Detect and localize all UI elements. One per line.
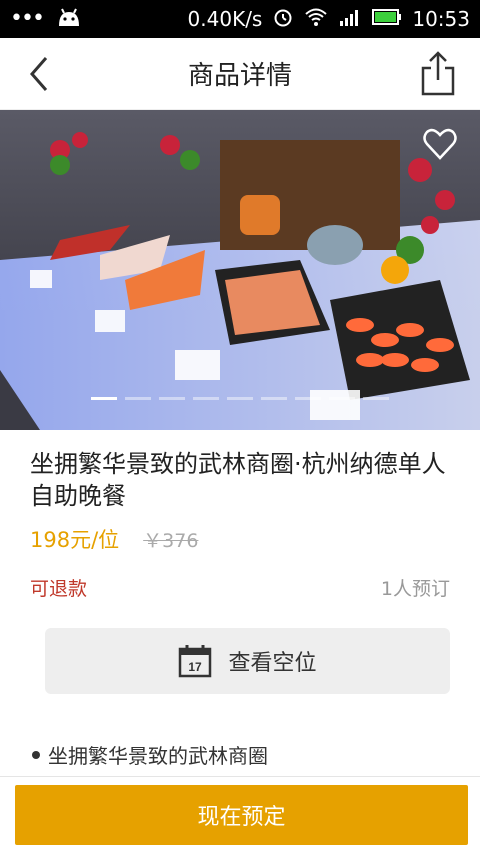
clock-time: 10:53 bbox=[412, 7, 470, 31]
android-icon bbox=[55, 6, 83, 32]
reserve-button[interactable]: 现在预定 bbox=[15, 785, 468, 845]
page-title: 商品详情 bbox=[187, 61, 292, 91]
signal-icon bbox=[338, 7, 362, 32]
carousel-dot[interactable] bbox=[193, 397, 219, 400]
refund-label: 可退款 bbox=[30, 578, 88, 600]
carousel-dot[interactable] bbox=[91, 397, 117, 400]
chevron-left-icon bbox=[30, 57, 48, 91]
back-button[interactable] bbox=[22, 54, 58, 94]
product-image-carousel[interactable] bbox=[0, 110, 480, 430]
highlight-text: 坐拥繁华景致的武林商圈 bbox=[48, 744, 268, 768]
price-row: 198元/位 ￥376 bbox=[0, 512, 480, 554]
buffet-photo bbox=[0, 110, 480, 430]
carousel-dot[interactable] bbox=[227, 397, 253, 400]
carousel-indicator bbox=[0, 397, 480, 400]
share-icon bbox=[421, 51, 455, 96]
network-speed: 0.40K/s bbox=[187, 7, 263, 31]
battery-icon bbox=[372, 7, 402, 31]
highlight-item: 坐拥繁华景致的武林商圈 bbox=[32, 740, 268, 769]
heart-icon bbox=[423, 128, 457, 160]
status-bar: ••• 0.40K/s 10:53 bbox=[0, 0, 480, 38]
booked-count: 1人预订 bbox=[380, 578, 450, 600]
app-header: 商品详情 bbox=[0, 38, 480, 110]
carousel-dot[interactable] bbox=[261, 397, 287, 400]
carousel-dot[interactable] bbox=[363, 397, 389, 400]
meta-row: 可退款 1人预订 bbox=[0, 554, 480, 601]
carousel-dot[interactable] bbox=[295, 397, 321, 400]
wifi-icon bbox=[304, 7, 328, 32]
calendar-day: 17 bbox=[189, 660, 203, 674]
carousel-dot[interactable] bbox=[159, 397, 185, 400]
more-dots-icon: ••• bbox=[10, 6, 45, 31]
check-availability-button[interactable]: 17 查看空位 bbox=[45, 628, 450, 694]
carousel-dot[interactable] bbox=[125, 397, 151, 400]
alarm-icon bbox=[272, 6, 294, 33]
check-availability-label: 查看空位 bbox=[228, 651, 317, 676]
original-price: ￥376 bbox=[143, 530, 199, 552]
bullet-icon bbox=[32, 750, 40, 759]
product-info: 坐拥繁华景致的武林商圈·杭州纳德单人自助晚餐 198元/位 ￥376 可退款 1… bbox=[0, 430, 480, 768]
share-button[interactable] bbox=[418, 50, 458, 98]
favorite-button[interactable] bbox=[422, 126, 458, 162]
product-title: 坐拥繁华景致的武林商圈·杭州纳德单人自助晚餐 bbox=[30, 450, 446, 510]
carousel-dot[interactable] bbox=[329, 397, 355, 400]
calendar-icon: 17 bbox=[179, 645, 212, 678]
bottom-bar: 现在预定 bbox=[0, 776, 480, 854]
current-price: 198元/位 bbox=[30, 528, 120, 552]
